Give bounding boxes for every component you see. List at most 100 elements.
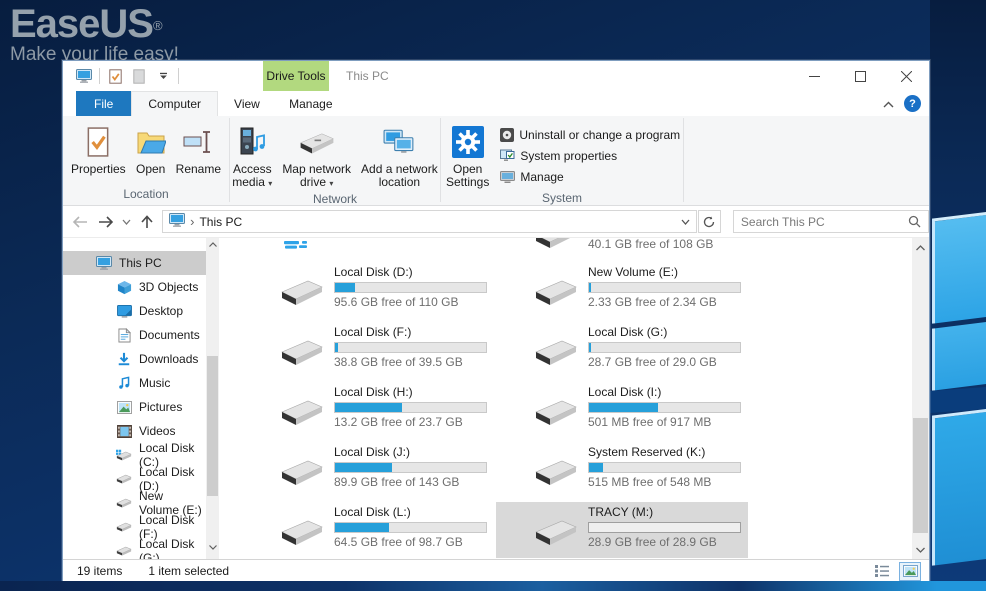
uninstall-program-button[interactable]: Uninstall or change a program bbox=[500, 126, 680, 144]
clipped-drive-icon bbox=[284, 238, 320, 252]
group-label-location: Location bbox=[63, 187, 229, 205]
sidebar-item-local-disk-d[interactable]: Local Disk (D:) bbox=[63, 467, 206, 491]
drive-tile-local-disk-j[interactable]: Local Disk (J:)89.9 GB free of 143 GB bbox=[242, 442, 494, 498]
sidebar-item-pictures[interactable]: Pictures bbox=[63, 395, 206, 419]
scroll-down-icon[interactable] bbox=[206, 541, 219, 554]
drive-icon bbox=[534, 278, 578, 311]
address-bar[interactable]: › This PC bbox=[162, 210, 697, 233]
up-button[interactable] bbox=[134, 209, 160, 235]
drive-icon bbox=[280, 458, 324, 491]
sidebar-item-videos[interactable]: Videos bbox=[63, 419, 206, 443]
drive-tile-local-disk-i[interactable]: Local Disk (I:)501 MB free of 917 MB bbox=[496, 382, 748, 438]
capacity-bar bbox=[334, 402, 487, 413]
drive-free-space: 13.2 GB free of 23.7 GB bbox=[334, 415, 463, 429]
scroll-up-icon[interactable] bbox=[206, 238, 219, 251]
sidebar-item-downloads[interactable]: Downloads bbox=[63, 347, 206, 371]
system-properties-button[interactable]: System properties bbox=[500, 147, 680, 165]
sidebar-item-documents[interactable]: Documents bbox=[63, 323, 206, 347]
drive-tile-local-disk-l[interactable]: Local Disk (L:)64.5 GB free of 98.7 GB bbox=[242, 502, 494, 558]
sidebar-item-this-pc[interactable]: This PC bbox=[63, 251, 206, 275]
navigation-pane: This PC3D ObjectsDesktopDocumentsDownloa… bbox=[63, 238, 219, 559]
sidebar-item-local-disk-f[interactable]: Local Disk (F:) bbox=[63, 515, 206, 539]
os-drive-icon bbox=[116, 449, 132, 462]
breadcrumb-location[interactable]: This PC bbox=[199, 215, 242, 229]
sidebar-item-local-disk-c[interactable]: Local Disk (C:) bbox=[63, 443, 206, 467]
forward-button[interactable] bbox=[93, 209, 119, 235]
drive-icon bbox=[280, 338, 324, 371]
this-pc-icon[interactable] bbox=[75, 67, 93, 85]
large-icons-view-icon[interactable] bbox=[899, 562, 921, 581]
collapse-ribbon-icon[interactable] bbox=[883, 97, 894, 111]
recent-locations-icon[interactable] bbox=[119, 209, 135, 235]
drive-tile-new-volume-e[interactable]: New Volume (E:)2.33 GB free of 2.34 GB bbox=[496, 262, 748, 318]
title-bar[interactable]: Drive Tools This PC bbox=[63, 61, 929, 91]
window-title: This PC bbox=[346, 61, 389, 91]
drive-name: Local Disk (L:) bbox=[334, 505, 411, 519]
ribbon: PropertiesOpenRename LocationAccessmedia … bbox=[63, 116, 929, 206]
drive-tile-system-reserved-k[interactable]: System Reserved (K:)515 MB free of 548 M… bbox=[496, 442, 748, 498]
address-dropdown-icon[interactable] bbox=[674, 211, 696, 232]
drive-icon bbox=[116, 497, 132, 509]
customize-toolbar-icon[interactable] bbox=[154, 67, 172, 85]
breadcrumb[interactable]: › This PC bbox=[163, 213, 242, 230]
search-icon[interactable] bbox=[908, 215, 928, 228]
drive-tools-tab[interactable]: Drive Tools bbox=[263, 61, 329, 91]
tab-manage[interactable]: Manage bbox=[278, 91, 344, 116]
tab-view[interactable]: View bbox=[218, 91, 276, 116]
refresh-button[interactable] bbox=[698, 210, 721, 233]
details-view-icon[interactable] bbox=[871, 562, 893, 581]
scroll-up-icon[interactable] bbox=[912, 240, 929, 255]
rename-button[interactable]: Rename bbox=[171, 122, 226, 178]
selection-count: 1 item selected bbox=[148, 564, 229, 578]
tab-file[interactable]: File bbox=[76, 91, 131, 116]
search-input[interactable] bbox=[734, 215, 894, 229]
minimize-button[interactable] bbox=[791, 61, 837, 91]
content-scroll-thumb[interactable] bbox=[913, 418, 928, 533]
sidebar-list: This PC3D ObjectsDesktopDocumentsDownloa… bbox=[63, 251, 206, 559]
ribbon-group-network: Accessmedia ▾Map networkdrive ▾Add a net… bbox=[230, 116, 440, 205]
drive-free-space: 28.7 GB free of 29.0 GB bbox=[588, 355, 717, 369]
search-box[interactable] bbox=[733, 210, 929, 233]
access-media-button[interactable]: Accessmedia ▾ bbox=[227, 122, 277, 192]
content-scrollbar[interactable] bbox=[912, 238, 929, 559]
drive-tile-local-disk-d[interactable]: Local Disk (D:)95.6 GB free of 110 GB bbox=[242, 262, 494, 318]
back-button[interactable] bbox=[67, 209, 93, 235]
sidebar-scroll-thumb[interactable] bbox=[207, 356, 218, 496]
caption-buttons bbox=[791, 61, 929, 91]
drive-name: Local Disk (H:) bbox=[334, 385, 413, 399]
open-settings-button[interactable]: OpenSettings bbox=[441, 122, 494, 191]
sidebar-item-new-volume-e[interactable]: New Volume (E:) bbox=[63, 491, 206, 515]
capacity-bar bbox=[334, 282, 487, 293]
sidebar-item-music[interactable]: Music bbox=[63, 371, 206, 395]
open-button[interactable]: Open bbox=[131, 122, 171, 178]
sidebar-scrollbar[interactable] bbox=[206, 238, 219, 559]
properties-quick-icon[interactable] bbox=[106, 67, 124, 85]
capacity-bar-fill bbox=[335, 403, 402, 412]
toolbar-separator bbox=[178, 68, 179, 84]
add-network-location-button[interactable]: Add a networklocation bbox=[356, 122, 443, 191]
scroll-down-icon[interactable] bbox=[912, 542, 929, 557]
sidebar-item-3d-objects[interactable]: 3D Objects bbox=[63, 275, 206, 299]
maximize-button[interactable] bbox=[837, 61, 883, 91]
close-button[interactable] bbox=[883, 61, 929, 91]
help-button[interactable]: ? bbox=[904, 95, 921, 112]
capacity-bar-fill bbox=[589, 343, 591, 352]
drive-tile-local-disk-g[interactable]: Local Disk (G:)28.7 GB free of 29.0 GB bbox=[496, 322, 748, 378]
video-icon bbox=[116, 425, 132, 438]
uninstall-program-icon bbox=[500, 128, 514, 142]
drive-tile-local-disk-f[interactable]: Local Disk (F:)38.8 GB free of 39.5 GB bbox=[242, 322, 494, 378]
map-network-drive-button[interactable]: Map networkdrive ▾ bbox=[277, 122, 356, 192]
capacity-bar bbox=[588, 522, 741, 533]
file-list[interactable]: 40.1 GB free of 108 GB Local Disk (D:)95… bbox=[219, 238, 912, 559]
properties-button[interactable]: Properties bbox=[66, 122, 131, 178]
tab-computer[interactable]: Computer bbox=[131, 91, 218, 116]
clipped-drive-free-space: 40.1 GB free of 108 GB bbox=[588, 238, 713, 251]
manage-button[interactable]: Manage bbox=[500, 168, 680, 186]
wallpaper-pane bbox=[932, 211, 986, 323]
drive-tile-local-disk-h[interactable]: Local Disk (H:) 13.2 GB free of 23.7 GB bbox=[242, 382, 494, 438]
sidebar-item-local-disk-g[interactable]: Local Disk (G:) bbox=[63, 539, 206, 559]
drive-tile-tracy-m[interactable]: TRACY (M:)28.9 GB free of 28.9 GB bbox=[496, 502, 748, 558]
drive-icon bbox=[280, 278, 324, 311]
sidebar-item-desktop[interactable]: Desktop bbox=[63, 299, 206, 323]
new-folder-quick-icon[interactable] bbox=[130, 67, 148, 85]
